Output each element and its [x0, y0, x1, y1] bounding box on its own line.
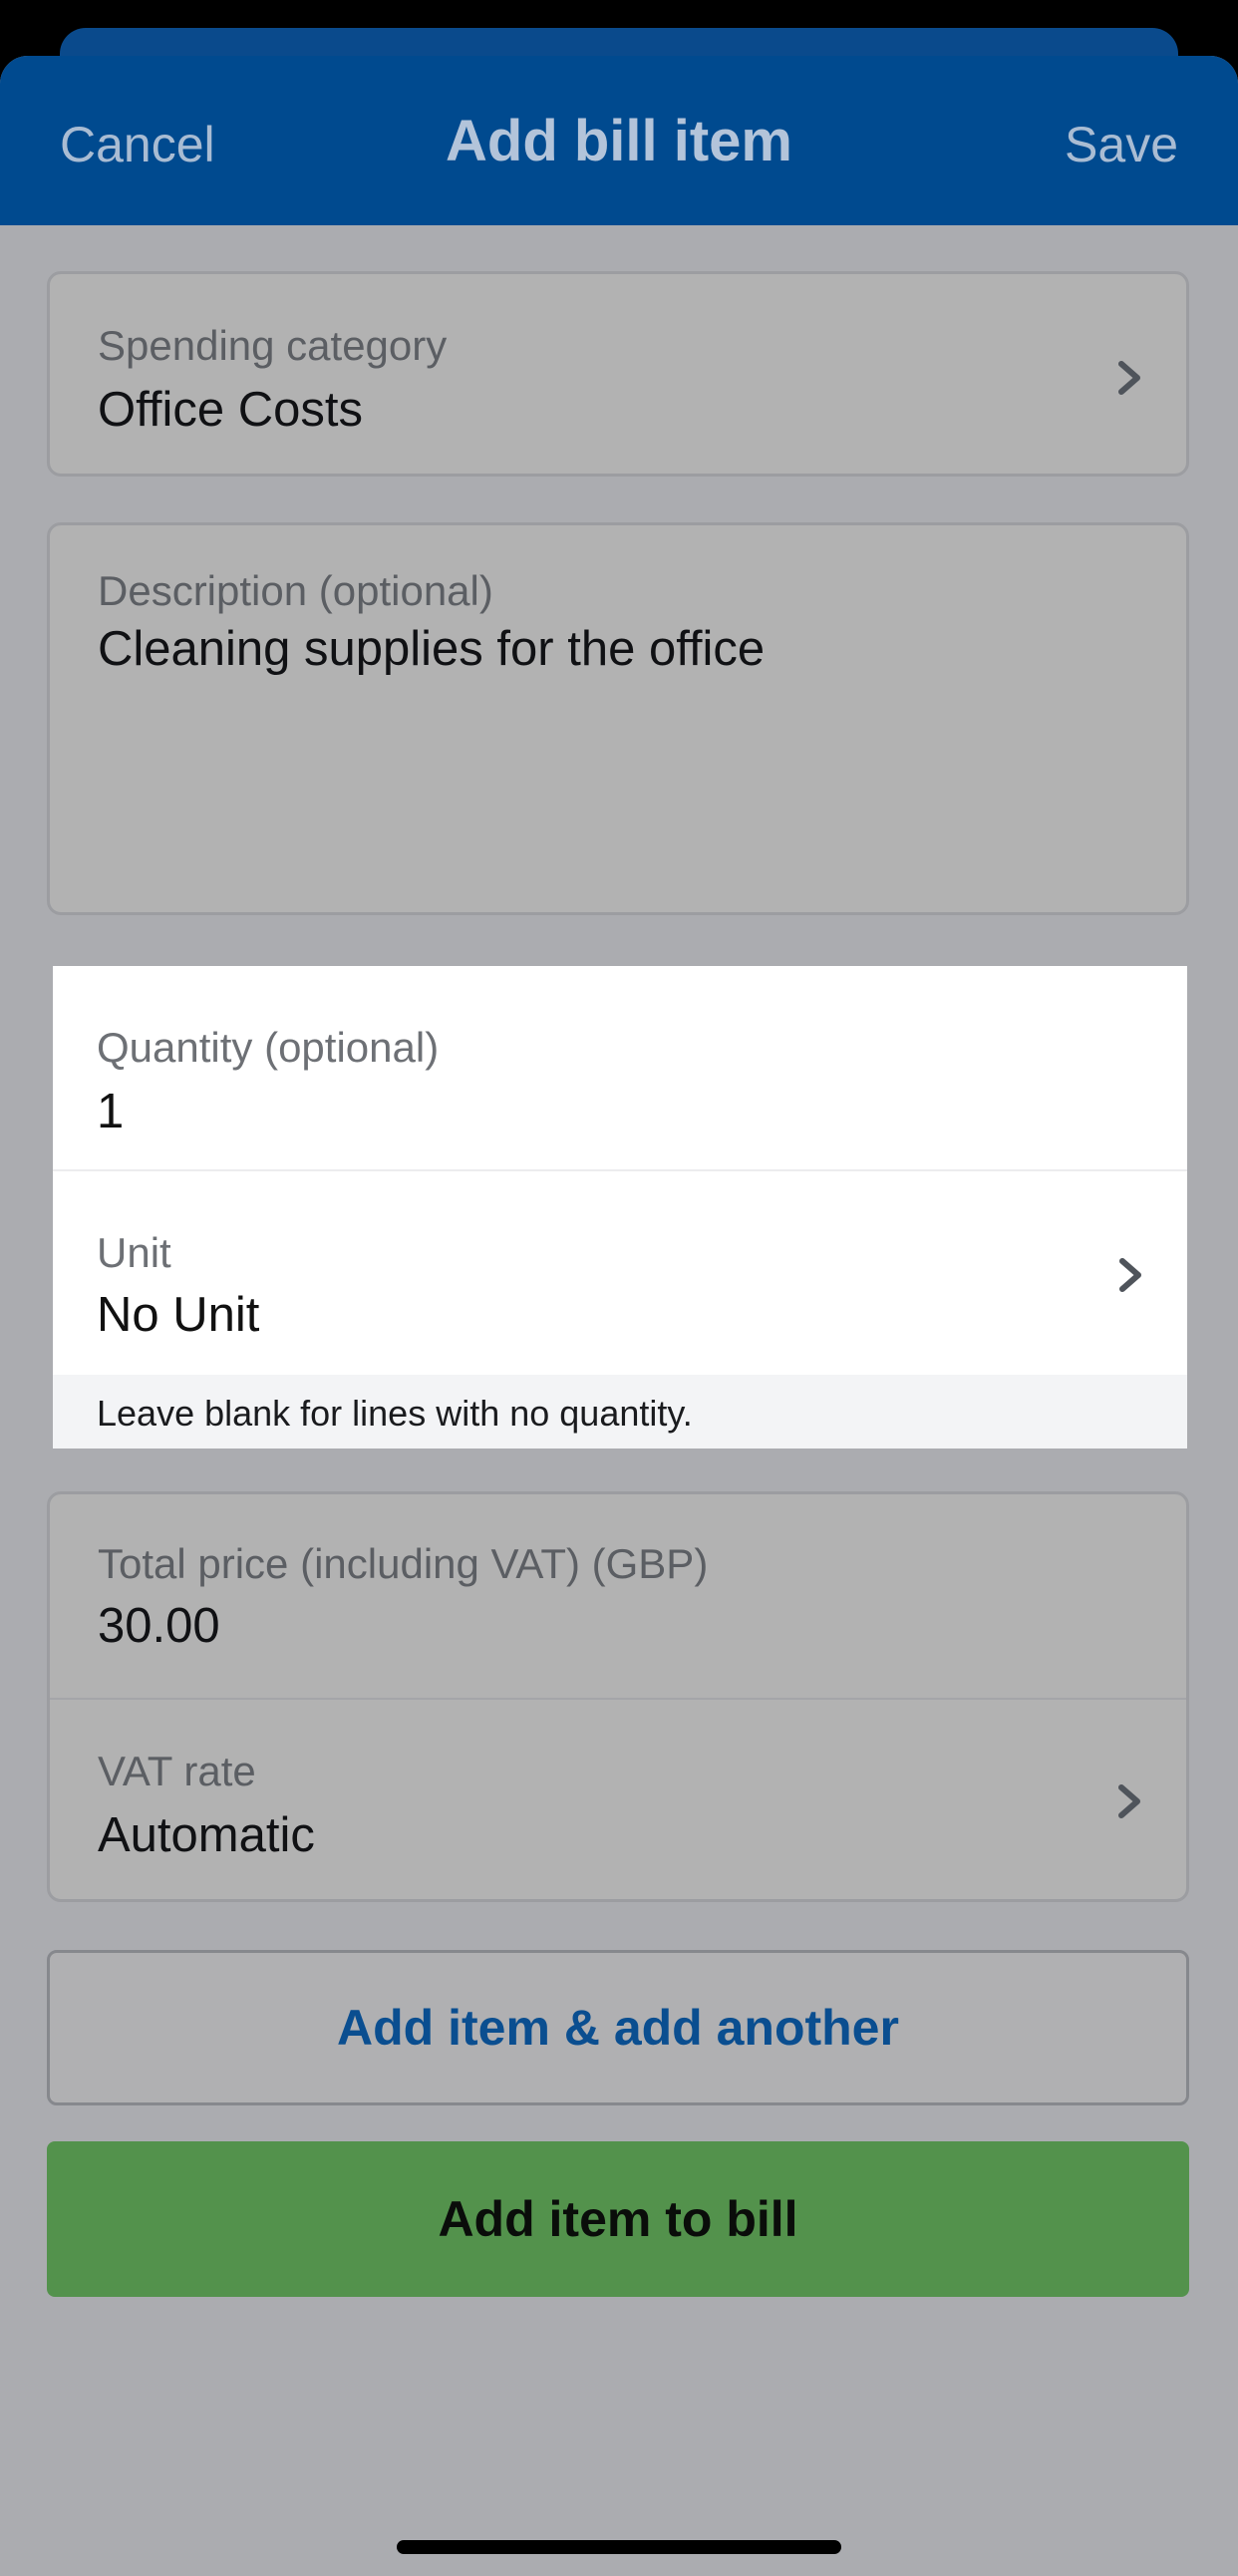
home-indicator[interactable] — [397, 2540, 841, 2554]
chevron-right-icon — [1113, 1255, 1147, 1295]
vat-rate-label: VAT rate — [98, 1748, 256, 1794]
quantity-hint-text: Leave blank for lines with no quantity. — [97, 1393, 693, 1434]
description-label: Description (optional) — [98, 567, 493, 614]
unit-value: No Unit — [97, 1288, 260, 1342]
page-title: Add bill item — [446, 109, 792, 173]
description-field[interactable]: Description (optional) Cleaning supplies… — [47, 522, 1189, 915]
add-item-to-bill-button[interactable]: Add item to bill — [47, 2141, 1189, 2297]
chevron-right-icon — [1112, 1781, 1146, 1821]
unit-field[interactable]: Unit No Unit — [53, 1171, 1187, 1375]
description-value: Cleaning supplies for the office — [98, 622, 766, 676]
quantity-field[interactable]: Quantity (optional) 1 — [53, 966, 1187, 1171]
add-bill-item-sheet: Cancel Add bill item Save Spending categ… — [0, 56, 1238, 2576]
spending-category-field[interactable]: Spending category Office Costs — [47, 271, 1189, 477]
price-card: Total price (including VAT) (GBP) 30.00 … — [47, 1491, 1189, 1902]
quantity-card: Quantity (optional) 1 Unit No Unit Leave… — [53, 966, 1187, 1449]
vat-rate-value: Automatic — [98, 1808, 315, 1862]
navigation-bar: Cancel Add bill item Save — [0, 56, 1238, 225]
quantity-label: Quantity (optional) — [97, 1024, 440, 1071]
spending-category-value: Office Costs — [98, 383, 363, 437]
total-price-value: 30.00 — [98, 1599, 220, 1653]
chevron-right-icon — [1112, 358, 1146, 398]
save-button[interactable]: Save — [1065, 116, 1178, 173]
quantity-value: 1 — [97, 1085, 125, 1138]
spending-category-label: Spending category — [98, 322, 448, 369]
total-price-field[interactable]: Total price (including VAT) (GBP) 30.00 — [50, 1494, 1186, 1698]
unit-label: Unit — [97, 1229, 171, 1276]
total-price-label: Total price (including VAT) (GBP) — [98, 1540, 709, 1587]
add-item-and-another-button[interactable]: Add item & add another — [47, 1950, 1189, 2105]
vat-rate-field[interactable]: VAT rate Automatic — [50, 1700, 1186, 1899]
quantity-hint: Leave blank for lines with no quantity. — [53, 1375, 1187, 1449]
